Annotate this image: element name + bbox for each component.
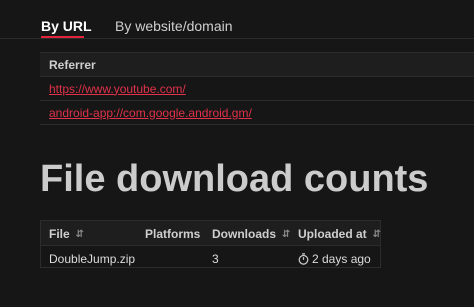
tab-by-website-domain[interactable]: By website/domain xyxy=(115,18,233,34)
referrer-header: Referrer xyxy=(40,53,474,77)
sort-icon: ⇵ xyxy=(372,229,382,240)
table-row: android-app://com.google.android.gm/ xyxy=(40,101,474,125)
tab-bar: By URL By website/domain xyxy=(0,0,474,39)
downloads-table: File ⇵ Platforms Downloads ⇵ Uploaded at ⇵ … xyxy=(40,220,381,268)
active-tab-indicator xyxy=(41,36,84,38)
column-header-downloads[interactable]: Downloads ⇵ xyxy=(212,227,290,241)
referrer-table: Referrer https://www.youtube.com/ androi… xyxy=(40,52,474,125)
download-count: 3 xyxy=(212,252,219,266)
tab-by-url[interactable]: By URL xyxy=(41,18,92,34)
uploaded-at: 2 days ago xyxy=(298,252,371,268)
table-row: https://www.youtube.com/ xyxy=(40,77,474,101)
column-header-file-label: File xyxy=(49,227,70,241)
column-header-file[interactable]: File ⇵ xyxy=(49,227,84,241)
uploaded-at-text: 2 days ago xyxy=(312,252,371,266)
timer-icon xyxy=(298,253,309,268)
column-header-platforms: Platforms xyxy=(145,227,201,241)
page: By URL By website/domain Referrer https:… xyxy=(0,0,474,307)
column-header-uploaded[interactable]: Uploaded at ⇵ xyxy=(298,227,381,241)
column-header-uploaded-label: Uploaded at xyxy=(298,227,367,241)
referrer-link-youtube[interactable]: https://www.youtube.com/ xyxy=(49,82,186,96)
referrer-link-android-gm[interactable]: android-app://com.google.android.gm/ xyxy=(49,106,252,120)
page-title: File download counts xyxy=(40,158,429,200)
downloads-table-header: File ⇵ Platforms Downloads ⇵ Uploaded at ⇵ xyxy=(41,221,381,246)
sort-icon: ⇵ xyxy=(75,229,85,240)
column-header-downloads-label: Downloads xyxy=(212,227,277,241)
table-row: DoubleJump.zip 3 2 days ago xyxy=(41,246,380,268)
sort-icon: ⇵ xyxy=(282,229,291,240)
file-name: DoubleJump.zip xyxy=(49,252,136,266)
